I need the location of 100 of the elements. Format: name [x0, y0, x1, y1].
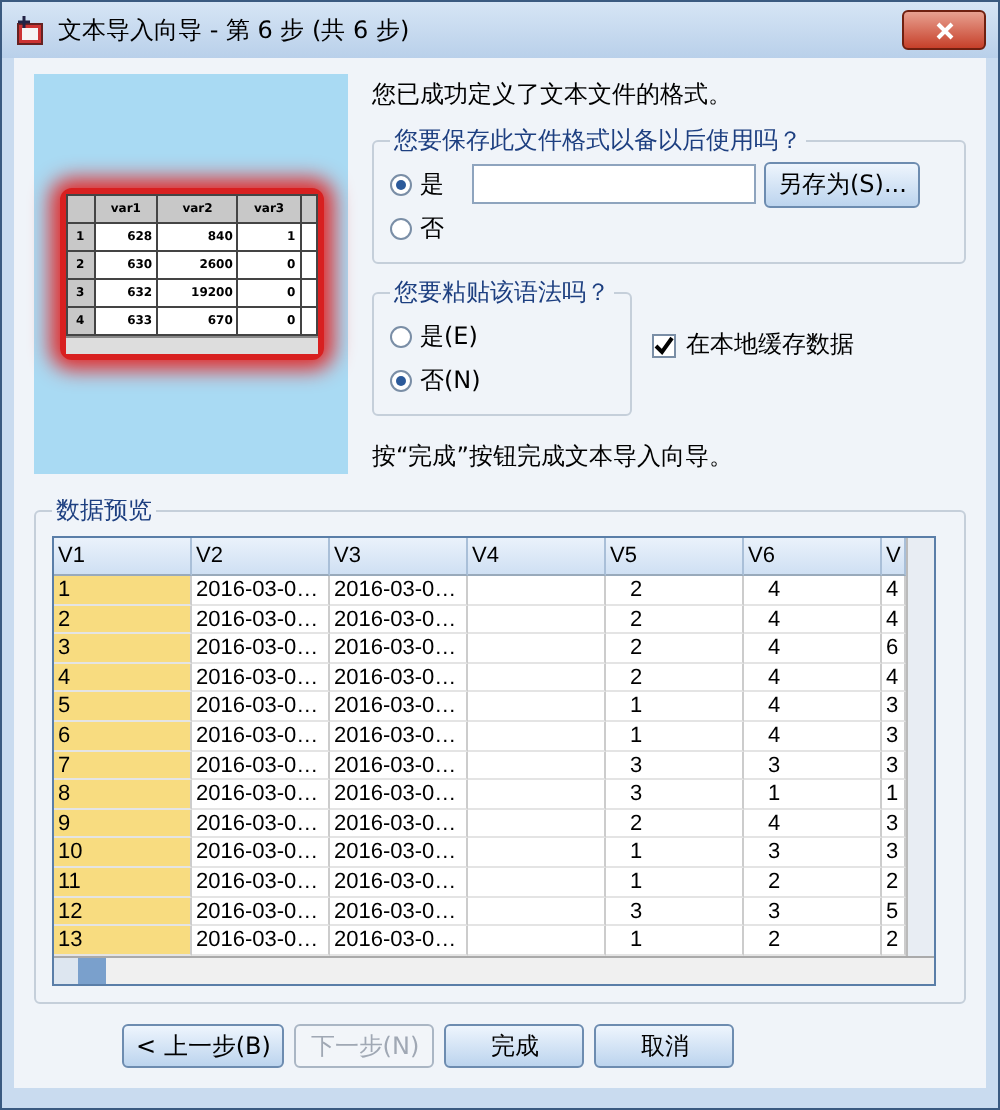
table-cell: [468, 634, 606, 664]
table-cell: [468, 663, 606, 693]
column-header[interactable]: V3: [330, 538, 468, 576]
table-cell: 4: [882, 663, 906, 693]
table-cell: 11: [54, 867, 192, 898]
table-cell: 2: [606, 605, 744, 635]
column-header[interactable]: V4: [468, 538, 606, 576]
table-cell: 2: [606, 809, 744, 839]
wizard-button[interactable]: 取消: [594, 1023, 735, 1068]
table-cell: 2016-03-0…: [330, 751, 468, 781]
file-name-field[interactable]: [472, 164, 756, 204]
table-cell: 4: [882, 605, 906, 635]
window-title: 文本导入向导 - 第 6 步 (共 6 步): [58, 13, 410, 47]
table-cell: [468, 838, 606, 868]
wizard-button[interactable]: < 上一步(B): [122, 1023, 285, 1068]
table-cell: 3: [606, 751, 744, 781]
column-header[interactable]: V6: [744, 538, 882, 576]
table-cell: 4: [744, 576, 882, 606]
table-cell: [468, 751, 606, 781]
vertical-scrollbar[interactable]: [906, 538, 934, 956]
table-cell: 2: [606, 576, 744, 606]
radio-label[interactable]: 否: [420, 211, 444, 245]
close-button[interactable]: [902, 10, 986, 50]
table-cell: 10: [54, 838, 192, 868]
table-cell: 4: [744, 605, 882, 635]
table-cell: 2016-03-0…: [330, 605, 468, 635]
table-cell: 2016-03-0…: [330, 780, 468, 810]
table-cell: 2016-03-0…: [192, 751, 330, 781]
table-cell: [468, 605, 606, 635]
table-cell: 4: [744, 634, 882, 664]
table-cell: 2016-03-0…: [192, 605, 330, 635]
wizard-button[interactable]: 完成: [444, 1023, 585, 1068]
table-cell: 2016-03-0…: [330, 663, 468, 693]
table-cell: 2016-03-0…: [330, 809, 468, 839]
group-title: 您要粘贴该语法吗？: [392, 276, 612, 310]
table-cell: 3: [882, 751, 906, 781]
table-cell: 4: [744, 809, 882, 839]
table-cell: 2016-03-0…: [192, 692, 330, 722]
radio-button[interactable]: [390, 173, 412, 195]
table-cell: 2: [744, 867, 882, 898]
table-cell: [468, 576, 606, 606]
radio-button[interactable]: [390, 217, 412, 239]
table-cell: 2016-03-0…: [330, 867, 468, 898]
table-cell: 1: [882, 780, 906, 810]
close-icon: [935, 21, 953, 39]
table-cell: 3: [54, 634, 192, 664]
radio-button[interactable]: [390, 325, 412, 347]
table-cell: 6: [882, 634, 906, 664]
table-cell: 1: [606, 867, 744, 898]
checkbox-label[interactable]: 在本地缓存数据: [686, 328, 854, 362]
table-cell: [468, 692, 606, 722]
table-cell: [468, 809, 606, 839]
table-cell: 3: [882, 838, 906, 868]
table-cell: 4: [882, 576, 906, 606]
table-cell: 2: [882, 867, 906, 898]
table-cell: 4: [744, 663, 882, 693]
group-title: 您要保存此文件格式以备以后使用吗？: [392, 124, 804, 158]
radio-button[interactable]: [390, 369, 412, 391]
table-cell: 2016-03-0…: [330, 721, 468, 752]
table-cell: 1: [54, 576, 192, 606]
table-cell: 2: [54, 605, 192, 635]
column-header[interactable]: V2: [192, 538, 330, 576]
table-cell: 3: [606, 780, 744, 810]
radio-label[interactable]: 是(E): [420, 319, 478, 353]
table-cell: 2016-03-0…: [192, 897, 330, 927]
table-cell: 3: [882, 721, 906, 752]
table-cell: 3: [882, 692, 906, 722]
save-as-button[interactable]: 另存为(S)...: [764, 161, 921, 207]
table-cell: 2016-03-0…: [192, 809, 330, 839]
table-cell: [468, 780, 606, 810]
table-cell: 2016-03-0…: [192, 663, 330, 693]
table-cell: 3: [882, 809, 906, 839]
table-cell: [468, 867, 606, 898]
group-title: 数据预览: [54, 494, 154, 528]
table-cell: 4: [54, 663, 192, 693]
table-cell: 2016-03-0…: [330, 838, 468, 868]
horizontal-scrollbar[interactable]: [54, 955, 934, 984]
checkbox[interactable]: [652, 333, 676, 357]
table-cell: 7: [54, 751, 192, 781]
table-cell: 13: [54, 926, 192, 956]
table-cell: 2016-03-0…: [192, 576, 330, 606]
column-header[interactable]: V1: [54, 538, 192, 576]
table-cell: 12: [54, 897, 192, 927]
table-cell: 2016-03-0…: [192, 838, 330, 868]
table-cell: 2: [606, 634, 744, 664]
column-header[interactable]: V5: [606, 538, 744, 576]
table-cell: 5: [54, 692, 192, 722]
table-cell: 8: [54, 780, 192, 810]
radio-label[interactable]: 否(N): [420, 363, 481, 397]
table-cell: 9: [54, 809, 192, 839]
column-header[interactable]: V: [882, 538, 906, 576]
table-cell: 2016-03-0…: [330, 897, 468, 927]
table-cell: 1: [606, 721, 744, 752]
table-cell: 4: [744, 721, 882, 752]
table-cell: 3: [606, 897, 744, 927]
radio-label[interactable]: 是: [420, 167, 444, 201]
table-cell: 2016-03-0…: [330, 692, 468, 722]
table-cell: 2016-03-0…: [330, 576, 468, 606]
finish-hint: 按“完成”按钮完成文本导入向导。: [372, 440, 735, 474]
table-cell: 3: [744, 897, 882, 927]
